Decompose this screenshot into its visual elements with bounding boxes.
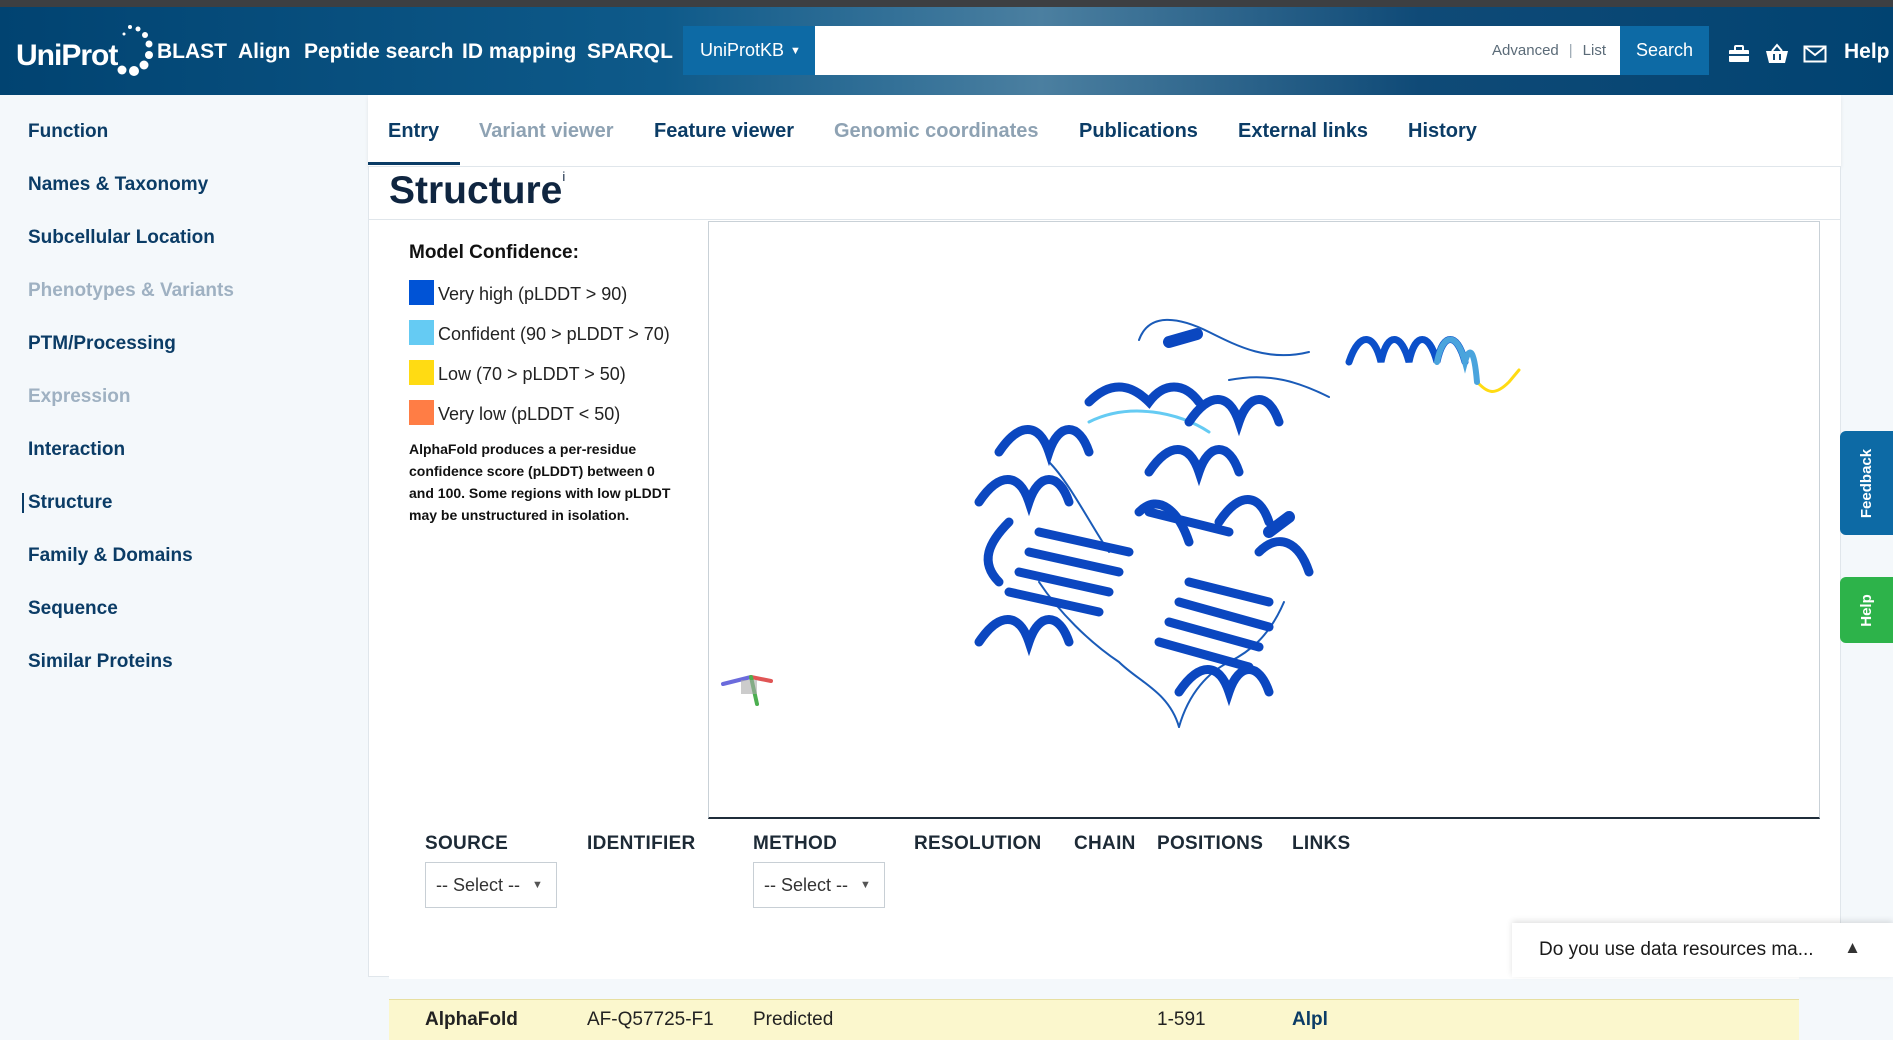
logo-text: UniProt <box>16 39 118 72</box>
legend-label: Confident (90 > pLDDT > 70) <box>438 324 670 344</box>
source-filter-select[interactable]: -- Select -- ▼ <box>425 862 557 908</box>
advanced-search-link[interactable]: Advanced <box>1492 42 1559 59</box>
cell-source: AlphaFold <box>425 1009 518 1030</box>
sidebar-item-ptm-processing[interactable]: PTM/Processing <box>28 333 176 355</box>
legend-title: Model Confidence: <box>409 242 579 263</box>
list-search-link[interactable]: List <box>1583 42 1606 59</box>
sidebar-item-sequence[interactable]: Sequence <box>28 598 118 620</box>
table-row[interactable]: AlphaFold AF-Q57725-F1 Predicted 1-591 A… <box>389 999 1799 1040</box>
sidebar-item-phenotypes-variants: Phenotypes & Variants <box>28 280 234 301</box>
method-filter-select[interactable]: -- Select -- ▼ <box>753 862 885 908</box>
sidebar-item-subcellular-location[interactable]: Subcellular Location <box>28 227 215 249</box>
source-filter-value: -- Select -- <box>436 874 521 895</box>
plddt-note: AlphaFold produces a per-residue confide… <box>409 441 671 523</box>
swatch-confident <box>409 320 434 345</box>
legend-item: Confident (90 > pLDDT > 70) <box>409 318 679 350</box>
section-title: Structurei <box>389 169 565 213</box>
legend-item: Very low (pLDDT < 50) <box>409 398 679 430</box>
column-header-chain: CHAIN <box>1074 833 1136 854</box>
search-input[interactable] <box>815 26 1298 75</box>
column-header-positions: POSITIONS <box>1157 833 1264 854</box>
header: UniProt BLAST Align Peptide search ID ma… <box>0 7 1893 95</box>
divider <box>369 219 1840 220</box>
info-icon[interactable]: i <box>562 169 565 184</box>
chevron-down-icon: ▼ <box>790 44 801 57</box>
tab-publications[interactable]: Publications <box>1079 120 1198 143</box>
tab-entry[interactable]: Entry <box>388 120 439 143</box>
sidebar-item-structure[interactable]: Structure <box>21 492 112 514</box>
chevron-up-icon[interactable]: ▲ <box>1844 938 1861 958</box>
basket-icon[interactable] <box>1765 43 1789 65</box>
section-title-text: Structure <box>389 169 563 212</box>
cell-method: Predicted <box>753 1009 834 1030</box>
uniprot-logo[interactable]: UniProt <box>16 21 153 81</box>
structure-section: Structurei Model Confidence: Very high (… <box>368 166 1841 1040</box>
column-header-method: METHOD <box>753 833 838 854</box>
search-button[interactable]: Search <box>1620 26 1709 75</box>
cell-positions: 1-591 <box>1157 1009 1206 1030</box>
feedback-button[interactable]: Feedback <box>1840 431 1893 535</box>
sidebar-item-names-taxonomy[interactable]: Names & Taxonomy <box>28 174 208 196</box>
feedback-label: Feedback <box>1858 448 1876 518</box>
nav-id-mapping[interactable]: ID mapping <box>462 40 576 64</box>
swatch-very-low <box>409 400 434 425</box>
method-filter-value: -- Select -- <box>764 874 849 895</box>
tab-history[interactable]: History <box>1408 120 1477 143</box>
mail-icon[interactable] <box>1803 43 1827 65</box>
protein-structure-render <box>721 318 1521 728</box>
swatch-low <box>409 360 434 385</box>
tab-external-links[interactable]: External links <box>1238 120 1368 143</box>
nav-align[interactable]: Align <box>238 40 291 64</box>
tab-genomic-coordinates: Genomic coordinates <box>834 120 1039 142</box>
legend-item: Low (70 > pLDDT > 50) <box>409 358 679 390</box>
sidebar: Function Names & Taxonomy Subcellular Lo… <box>0 95 368 977</box>
legend-label: Very low (pLDDT < 50) <box>438 404 621 424</box>
column-header-resolution: RESOLUTION <box>914 833 1042 854</box>
model-confidence-legend: Model Confidence: Very high (pLDDT > 90)… <box>409 242 679 526</box>
help-side-label: Help <box>1857 593 1875 627</box>
main-content: Entry Variant viewer Feature viewer Geno… <box>368 95 1843 1040</box>
tools-icon[interactable] <box>1727 43 1751 65</box>
sidebar-item-similar-proteins[interactable]: Similar Proteins <box>28 651 173 673</box>
cell-links[interactable]: Alpl <box>1292 1009 1328 1031</box>
swatch-very-high <box>409 280 434 305</box>
active-tab-indicator <box>368 162 460 165</box>
logo-dots-icon <box>117 25 153 76</box>
link-separator: | <box>1568 42 1573 59</box>
chevron-down-icon: ▼ <box>860 879 871 891</box>
column-header-source: SOURCE <box>425 833 509 854</box>
survey-text: Do you use data resources ma... <box>1539 939 1814 960</box>
legend-label: Low (70 > pLDDT > 50) <box>438 364 626 384</box>
window-top-strip <box>0 0 1893 7</box>
legend-item: Very high (pLDDT > 90) <box>409 278 679 310</box>
column-header-links: LINKS <box>1292 833 1351 854</box>
sidebar-item-expression: Expression <box>28 386 131 407</box>
nav-peptide-search[interactable]: Peptide search <box>304 40 453 64</box>
search-box: Advanced | List <box>815 26 1620 75</box>
survey-banner[interactable]: Do you use data resources ma... ▲ <box>1512 923 1893 977</box>
database-select-label: UniProtKB <box>700 40 785 60</box>
help-side-button[interactable]: Help <box>1840 577 1893 643</box>
cell-identifier: AF-Q57725-F1 <box>587 1009 714 1030</box>
sidebar-item-function[interactable]: Function <box>28 121 108 143</box>
tab-variant-viewer: Variant viewer <box>479 120 614 142</box>
database-select[interactable]: UniProtKB ▼ <box>683 26 815 75</box>
chevron-down-icon: ▼ <box>532 879 543 891</box>
sidebar-item-interaction[interactable]: Interaction <box>28 439 125 461</box>
tab-feature-viewer[interactable]: Feature viewer <box>654 120 794 143</box>
nav-sparql[interactable]: SPARQL <box>587 40 673 64</box>
help-link[interactable]: Help <box>1844 40 1890 64</box>
structure-3d-viewer[interactable] <box>708 221 1820 819</box>
nav-blast[interactable]: BLAST <box>157 40 227 64</box>
column-header-identifier: IDENTIFIER <box>587 833 696 854</box>
sidebar-item-family-domains[interactable]: Family & Domains <box>28 545 193 567</box>
legend-label: Very high (pLDDT > 90) <box>438 284 628 304</box>
entry-tabs: Entry Variant viewer Feature viewer Geno… <box>368 95 1841 166</box>
search-links: Advanced | List <box>1492 42 1606 59</box>
